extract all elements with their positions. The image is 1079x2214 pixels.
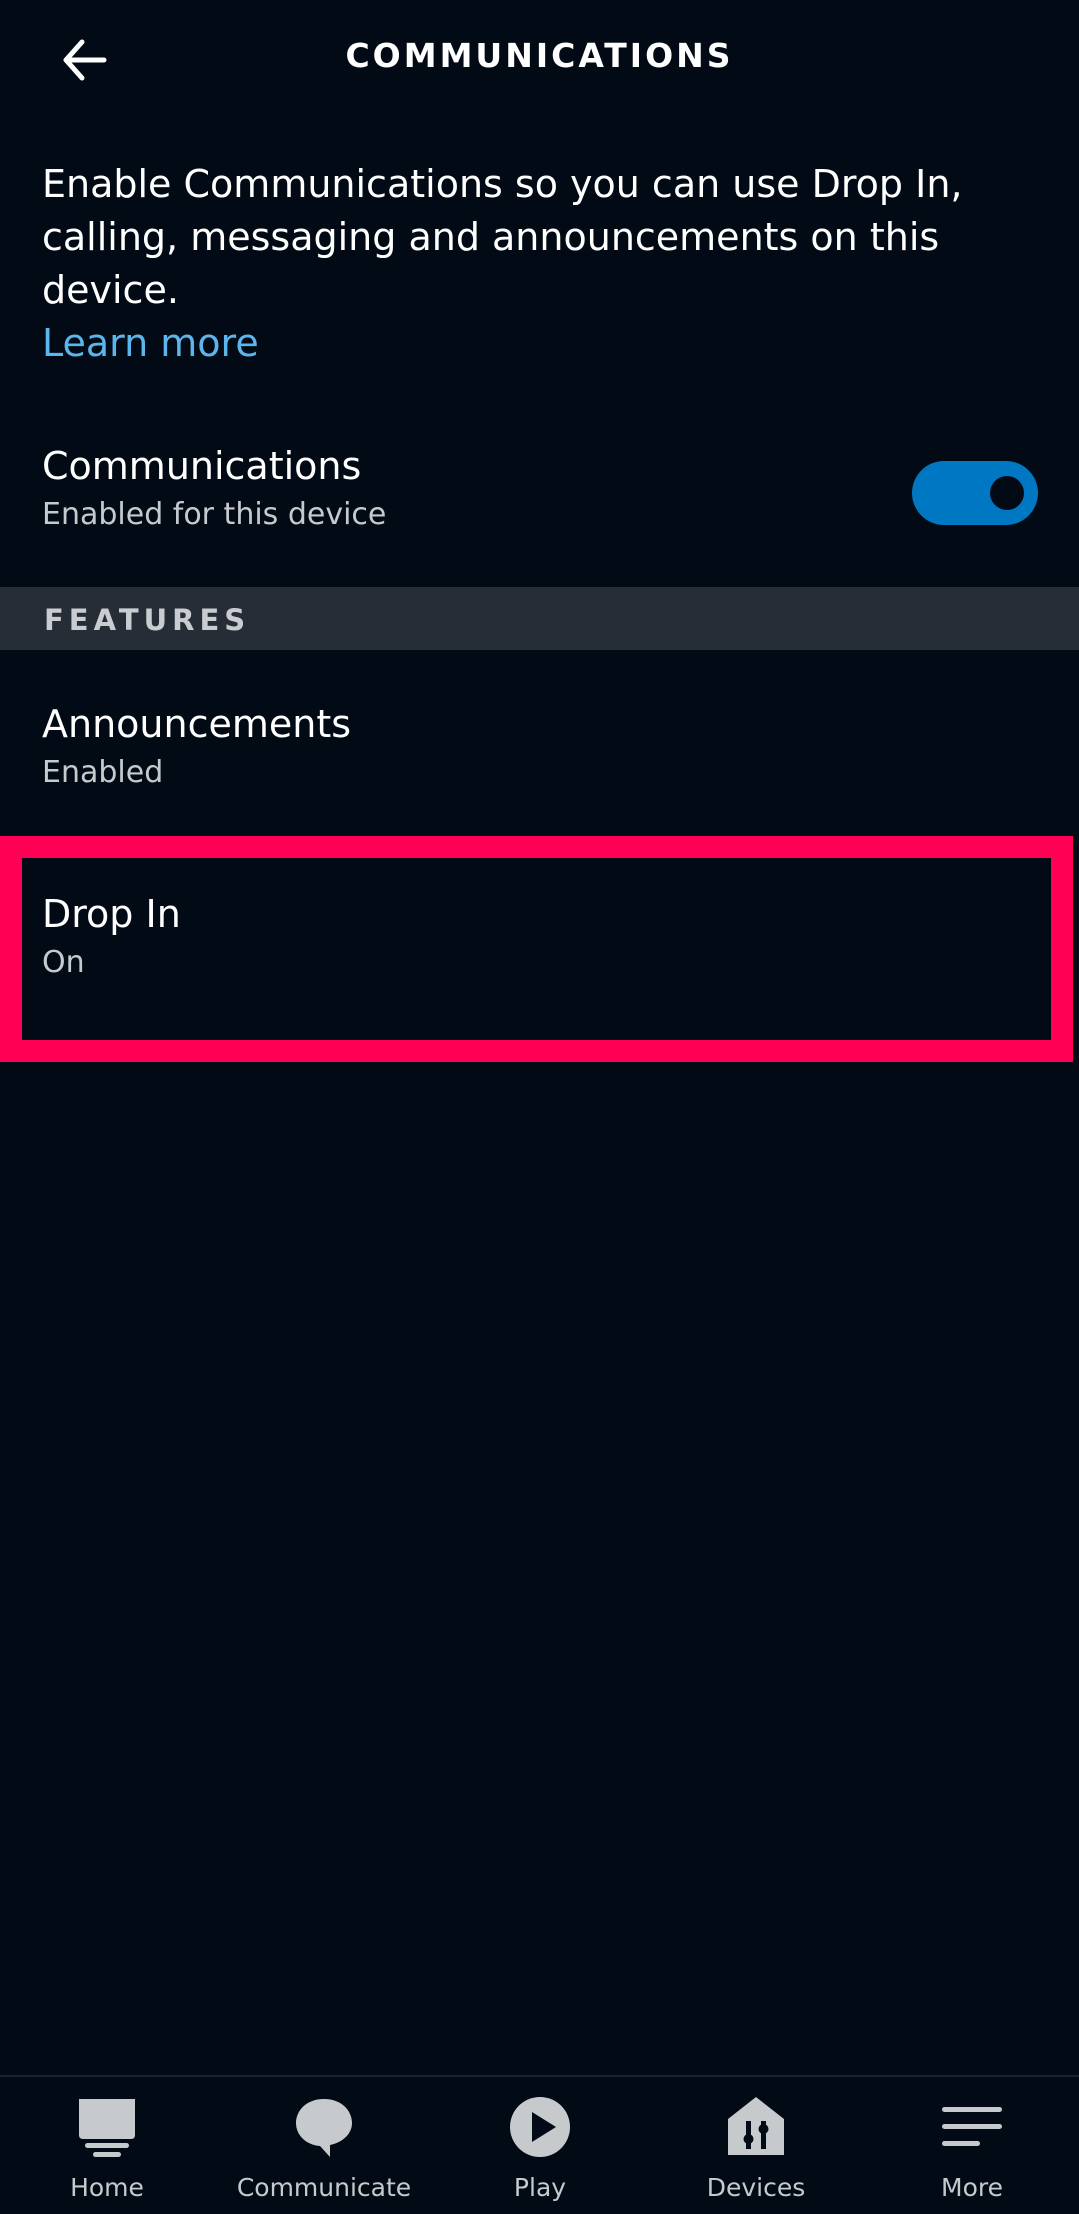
toggle-knob: [990, 476, 1024, 510]
nav-label: Devices: [706, 2173, 806, 2202]
home-icon: [79, 2099, 135, 2157]
play-icon: [510, 2097, 570, 2157]
feature-status: On: [42, 945, 85, 980]
intro-description: Enable Communications so you can use Dro…: [42, 158, 1042, 370]
feature-status: Enabled: [42, 755, 164, 790]
nav-item-home[interactable]: Home: [7, 2095, 207, 2210]
nav-label: Communicate: [236, 2173, 412, 2202]
nav-item-communicate[interactable]: Communicate: [224, 2095, 424, 2210]
feature-title: Announcements: [42, 702, 352, 746]
nav-label: Home: [70, 2173, 144, 2202]
intro-text: Enable Communications so you can use Dro…: [42, 162, 963, 312]
nav-item-devices[interactable]: Devices: [656, 2095, 856, 2210]
nav-item-more[interactable]: More: [872, 2095, 1072, 2210]
features-section-header: FEATURES: [0, 587, 1079, 650]
feature-item-announcements[interactable]: Announcements Enabled: [0, 672, 1079, 822]
nav-label: Play: [513, 2173, 567, 2202]
app-header: COMMUNICATIONS: [0, 0, 1079, 120]
feature-item-drop-in[interactable]: Drop In On: [0, 862, 1079, 1012]
learn-more-link[interactable]: Learn more: [42, 317, 1042, 370]
bottom-navigation: Home Communicate Play Devices More: [0, 2075, 1079, 2214]
communications-setting-row: Communications Enabled for this device: [0, 430, 1079, 580]
feature-title: Drop In: [42, 892, 181, 936]
chat-bubble-icon: [296, 2099, 352, 2157]
communications-toggle[interactable]: [912, 461, 1038, 525]
menu-icon: [942, 2107, 1002, 2146]
nav-item-play[interactable]: Play: [440, 2095, 640, 2210]
devices-icon: [728, 2097, 784, 2155]
features-label: FEATURES: [44, 603, 251, 637]
page-title: COMMUNICATIONS: [345, 36, 734, 75]
communications-title: Communications: [42, 444, 362, 488]
communications-subtitle: Enabled for this device: [42, 497, 387, 532]
nav-label: More: [941, 2173, 1003, 2202]
